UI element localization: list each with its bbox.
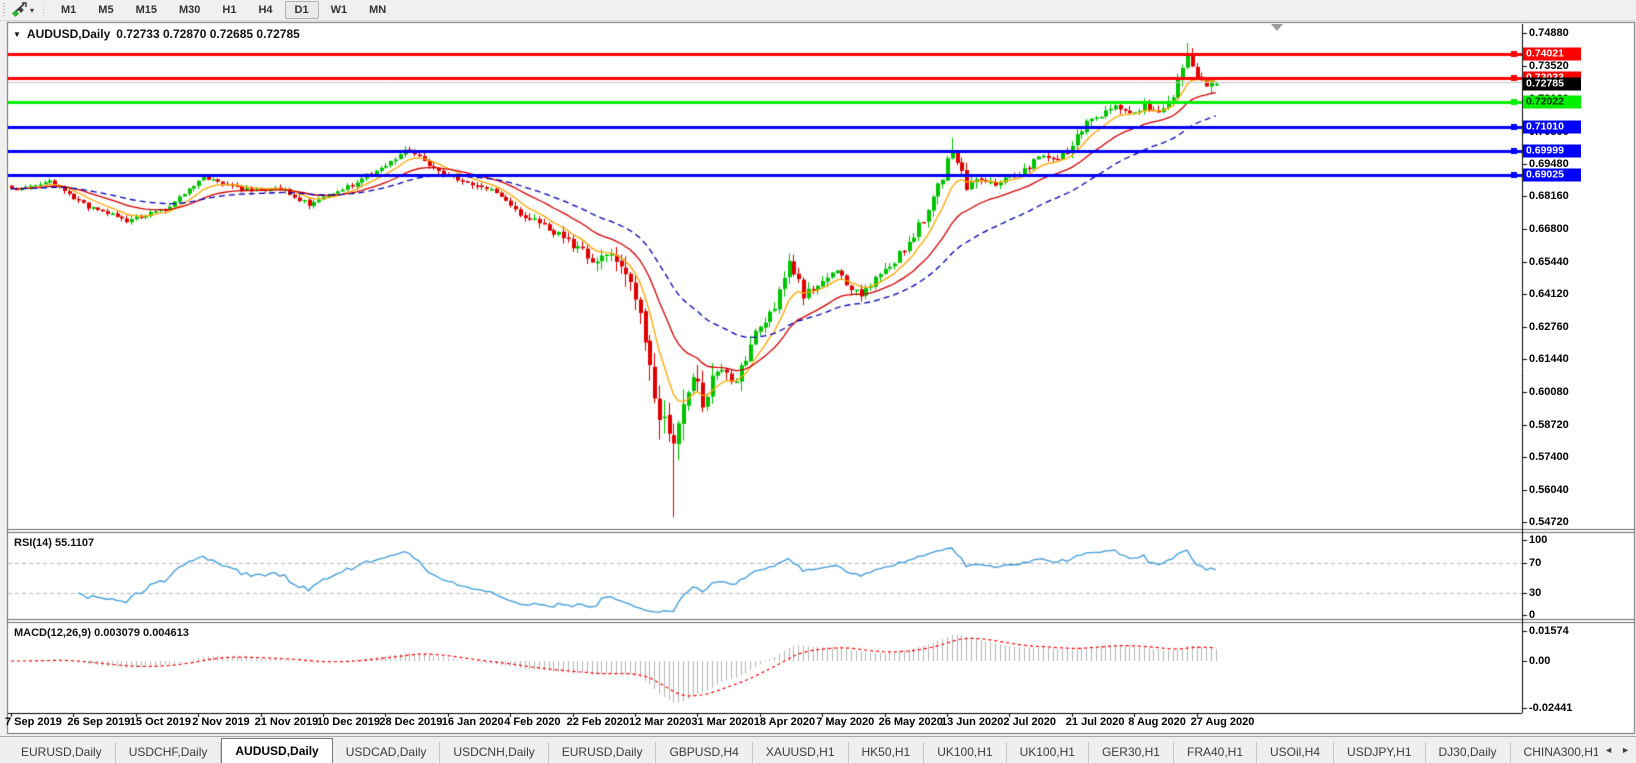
tab-strip: EURUSD,Daily USDCHF,Daily AUDUSD,Daily USDC… (0, 738, 1598, 763)
chart-tab[interactable]: UK100,H1 (924, 742, 1007, 763)
timeframe-toolbar: ▾ M1 M5 M15 M30 H1 H4 D1 W1 MN (0, 0, 1636, 21)
chart-tab[interactable]: USDJPY,H1 (1334, 742, 1426, 763)
timeframe-button-h1[interactable]: H1 (212, 1, 246, 19)
timeframe-button-m15[interactable]: M15 (126, 1, 167, 19)
timeframe-button-mn[interactable]: MN (359, 1, 396, 19)
tab-bar: EURUSD,Daily USDCHF,Daily AUDUSD,Daily USDC… (0, 736, 1636, 763)
tab-scroll-buttons: ◄ ► (1598, 737, 1636, 763)
chart-tab[interactable]: EURUSD,Daily (8, 742, 116, 763)
timeframe-button-group: M1 M5 M15 M30 H1 H4 D1 W1 MN (50, 1, 397, 19)
chart-tab[interactable]: USDCHF,Daily (116, 742, 222, 763)
toolbar-separator (41, 3, 47, 17)
chart-tab[interactable]: UK100,H1 (1007, 742, 1089, 763)
timeframe-button-m30[interactable]: M30 (169, 1, 210, 19)
timeframe-button-h4[interactable]: H4 (248, 1, 282, 19)
chart-tab[interactable]: HK50,H1 (849, 742, 925, 763)
chart-tab[interactable]: USOil,H4 (1257, 742, 1335, 763)
chart-tab[interactable]: USDCNH,Daily (440, 742, 549, 763)
tab-scroll-left-button[interactable]: ◄ (1604, 745, 1613, 755)
toolbar-drag-handle[interactable] (2, 3, 7, 17)
tab-scroll-right-button[interactable]: ► (1621, 745, 1630, 755)
chart-tab[interactable]: GBPUSD,H4 (656, 742, 753, 763)
chart-tab[interactable]: GER30,H1 (1089, 742, 1174, 763)
chart-tab[interactable]: USDCAD,Daily (333, 742, 441, 763)
chevron-down-icon[interactable]: ▾ (30, 6, 34, 15)
chart-tab[interactable]: CHINA300,H1 (1511, 742, 1599, 763)
chart-canvas[interactable] (0, 0, 1636, 762)
chart-tab[interactable]: XAUUSD,H1 (753, 742, 849, 763)
chart-tab[interactable]: AUDUSD,Daily (221, 738, 333, 763)
timeframe-button-d1[interactable]: D1 (284, 1, 319, 19)
timeframe-button-m1[interactable]: M1 (51, 1, 86, 19)
chart-cursor-icon[interactable] (11, 2, 29, 18)
chart-tab[interactable]: EURUSD,Daily (549, 742, 657, 763)
chart-tab[interactable]: FRA40,H1 (1174, 742, 1258, 763)
timeframe-button-m5[interactable]: M5 (88, 1, 123, 19)
chart-tab[interactable]: DJ30,Daily (1426, 742, 1511, 763)
timeframe-button-w1[interactable]: W1 (321, 1, 358, 19)
